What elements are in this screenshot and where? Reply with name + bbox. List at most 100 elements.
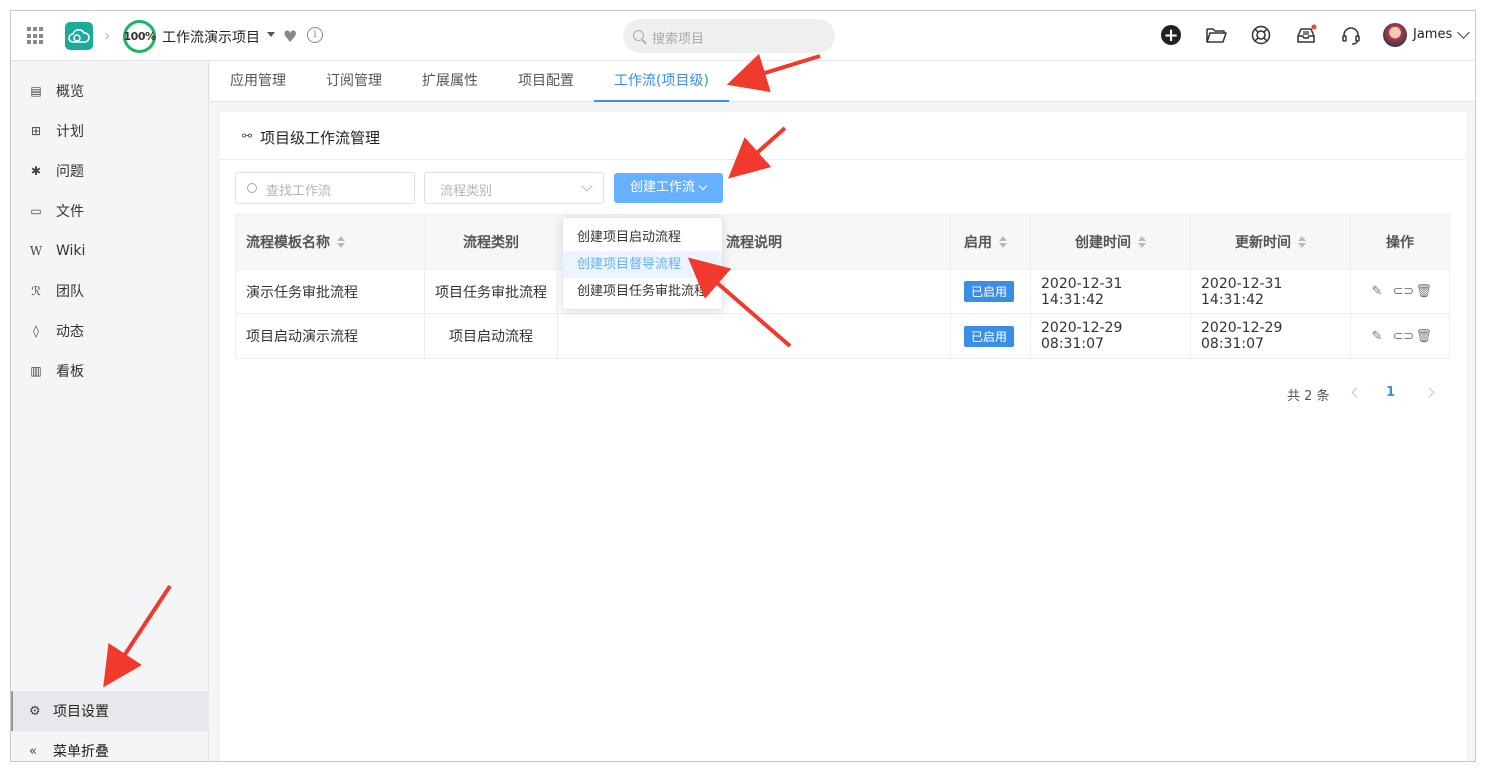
column-header-updated[interactable]: 更新时间	[1191, 215, 1351, 269]
table-row: 演示任务审批流程 项目任务审批流程 已启用 2020-12-31 14:31:4…	[236, 270, 1449, 314]
sidebar-item-plan[interactable]: ⊞ 计划	[11, 111, 209, 151]
column-header-enabled[interactable]: 启用	[951, 215, 1031, 269]
sort-icon[interactable]	[337, 236, 345, 248]
cell-created: 2020-12-29 08:31:07	[1031, 314, 1191, 358]
tab-extended-attributes[interactable]: 扩展属性	[422, 61, 478, 102]
create-workflow-button[interactable]: 创建工作流	[614, 173, 723, 203]
bug-icon: ✱	[30, 164, 42, 178]
gear-icon: ⚙	[29, 703, 41, 719]
overview-icon: ▤	[30, 84, 42, 98]
cell-created: 2020-12-31 14:31:42	[1031, 270, 1191, 313]
wiki-icon: W	[29, 244, 43, 258]
trash-icon[interactable]: 🗑	[1416, 329, 1433, 344]
card-header: ⚯ 项目级工作流管理	[220, 112, 1466, 160]
sort-icon[interactable]	[1138, 236, 1146, 248]
pagination-next-icon[interactable]	[1424, 387, 1435, 398]
project-search-input[interactable]: 搜索项目	[623, 19, 835, 53]
tab-app-management[interactable]: 应用管理	[230, 61, 286, 102]
top-bar: › 100% 工作流演示项目 ♥ i 搜索项目 + James	[11, 11, 1475, 61]
headset-icon[interactable]	[1340, 24, 1362, 46]
workflow-icon: ⚯	[242, 129, 253, 143]
pagination-page-current[interactable]: 1	[1386, 385, 1395, 400]
cell-category: 项目启动流程	[425, 314, 558, 358]
sort-icon[interactable]	[1298, 236, 1306, 248]
project-switch-caret-icon[interactable]	[267, 32, 275, 37]
category-select[interactable]: 流程类别	[424, 172, 604, 204]
user-menu-chevron-down-icon[interactable]	[1457, 26, 1470, 39]
inbox-icon[interactable]	[1295, 24, 1317, 46]
sidebar-collapse-button[interactable]: « 菜单折叠	[11, 731, 209, 761]
apps-grid-icon[interactable]	[27, 27, 45, 45]
user-avatar[interactable]	[1383, 23, 1407, 47]
activity-icon: ◊	[33, 324, 39, 338]
column-header-created[interactable]: 创建时间	[1031, 215, 1191, 269]
progress-text: 100%	[123, 30, 156, 43]
table-header-row: 流程模板名称 流程类别 流程说明 启用 创建时间 更新时间 操作	[236, 215, 1449, 270]
column-header-label: 流程模板名称	[246, 235, 330, 251]
column-header-label: 操作	[1386, 235, 1414, 251]
sidebar-item-label: 文件	[56, 204, 84, 220]
column-header-label: 更新时间	[1235, 235, 1291, 251]
column-header-actions: 操作	[1351, 215, 1449, 269]
sidebar-item-team[interactable]: ℛ 团队	[11, 271, 209, 311]
heart-icon[interactable]: ♥	[283, 27, 297, 46]
menu-item-create-start-flow[interactable]: 创建项目启动流程	[563, 224, 722, 251]
column-header-label: 流程说明	[726, 235, 782, 251]
user-name[interactable]: James	[1413, 27, 1452, 42]
project-progress-ring: 100%	[123, 20, 156, 53]
menu-item-create-task-approval-flow[interactable]: 创建项目任务审批流程	[563, 278, 722, 305]
cell-enabled: 已启用	[951, 314, 1031, 358]
menu-item-create-supervise-flow[interactable]: 创建项目督导流程	[563, 251, 722, 278]
sidebar-item-label: 计划	[56, 124, 84, 140]
sidebar: ▤ 概览 ⊞ 计划 ✱ 问题 ▭ 文件 W Wiki ℛ 团队 ◊ 动态 ▥ 看	[11, 61, 209, 761]
sidebar-item-label: 动态	[56, 324, 84, 340]
collapse-label: 菜单折叠	[53, 744, 109, 760]
table-row: 项目启动演示流程 项目启动流程 已启用 2020-12-29 08:31:07 …	[236, 314, 1449, 358]
sidebar-item-activity[interactable]: ◊ 动态	[11, 311, 209, 351]
add-icon[interactable]: +	[1161, 25, 1181, 46]
cell-enabled: 已启用	[951, 270, 1031, 313]
sidebar-item-overview[interactable]: ▤ 概览	[11, 71, 209, 111]
status-badge: 已启用	[964, 281, 1015, 302]
cell-description	[558, 314, 951, 358]
cell-actions: ✎ ⊂⊃ 🗑	[1351, 270, 1449, 313]
cell-actions: ✎ ⊂⊃ 🗑	[1351, 314, 1449, 358]
toggle-icon[interactable]: ⊂⊃	[1393, 284, 1415, 299]
workflow-search-input[interactable]: 查找工作流	[235, 172, 415, 204]
help-lifebuoy-icon[interactable]	[1250, 24, 1272, 46]
page-title: 项目级工作流管理	[260, 129, 381, 147]
project-name[interactable]: 工作流演示项目	[162, 27, 260, 47]
pagination-total: 共 2 条	[1287, 389, 1330, 404]
sidebar-item-board[interactable]: ▥ 看板	[11, 351, 209, 391]
sidebar-item-project-settings[interactable]: ⚙ 项目设置	[11, 691, 209, 731]
search-icon	[633, 30, 644, 41]
edit-icon[interactable]: ✎	[1370, 284, 1385, 299]
pagination-prev-icon[interactable]	[1351, 387, 1362, 398]
info-icon[interactable]: i	[307, 27, 323, 43]
tab-project-workflow[interactable]: 工作流(项目级)	[594, 61, 729, 102]
sidebar-item-issues[interactable]: ✱ 问题	[11, 151, 209, 191]
column-header-label: 流程类别	[463, 235, 519, 251]
sidebar-item-label: 团队	[56, 284, 84, 300]
column-header-name[interactable]: 流程模板名称	[236, 215, 425, 269]
plan-icon: ⊞	[30, 124, 42, 138]
sort-icon[interactable]	[999, 236, 1007, 248]
toggle-icon[interactable]: ⊂⊃	[1393, 329, 1415, 344]
cloud-logo-icon[interactable]	[65, 22, 93, 50]
category-select-placeholder: 流程类别	[440, 184, 493, 199]
folder-icon[interactable]	[1205, 24, 1227, 46]
tab-project-config[interactable]: 项目配置	[518, 61, 574, 102]
board-icon: ▥	[30, 364, 42, 378]
settings-tabs: 应用管理 订阅管理 扩展属性 项目配置 工作流(项目级)	[210, 61, 1475, 102]
sidebar-item-label: 问题	[56, 164, 84, 180]
edit-icon[interactable]: ✎	[1370, 329, 1385, 344]
sidebar-item-files[interactable]: ▭ 文件	[11, 191, 209, 231]
trash-icon[interactable]: 🗑	[1416, 284, 1433, 299]
column-header-category: 流程类别	[425, 215, 558, 269]
tab-subscription[interactable]: 订阅管理	[326, 61, 382, 102]
sidebar-item-label: 概览	[56, 84, 84, 100]
search-icon	[247, 183, 257, 193]
cell-name: 项目启动演示流程	[236, 314, 425, 358]
sidebar-item-wiki[interactable]: W Wiki	[11, 231, 209, 271]
cell-category: 项目任务审批流程	[425, 270, 558, 313]
